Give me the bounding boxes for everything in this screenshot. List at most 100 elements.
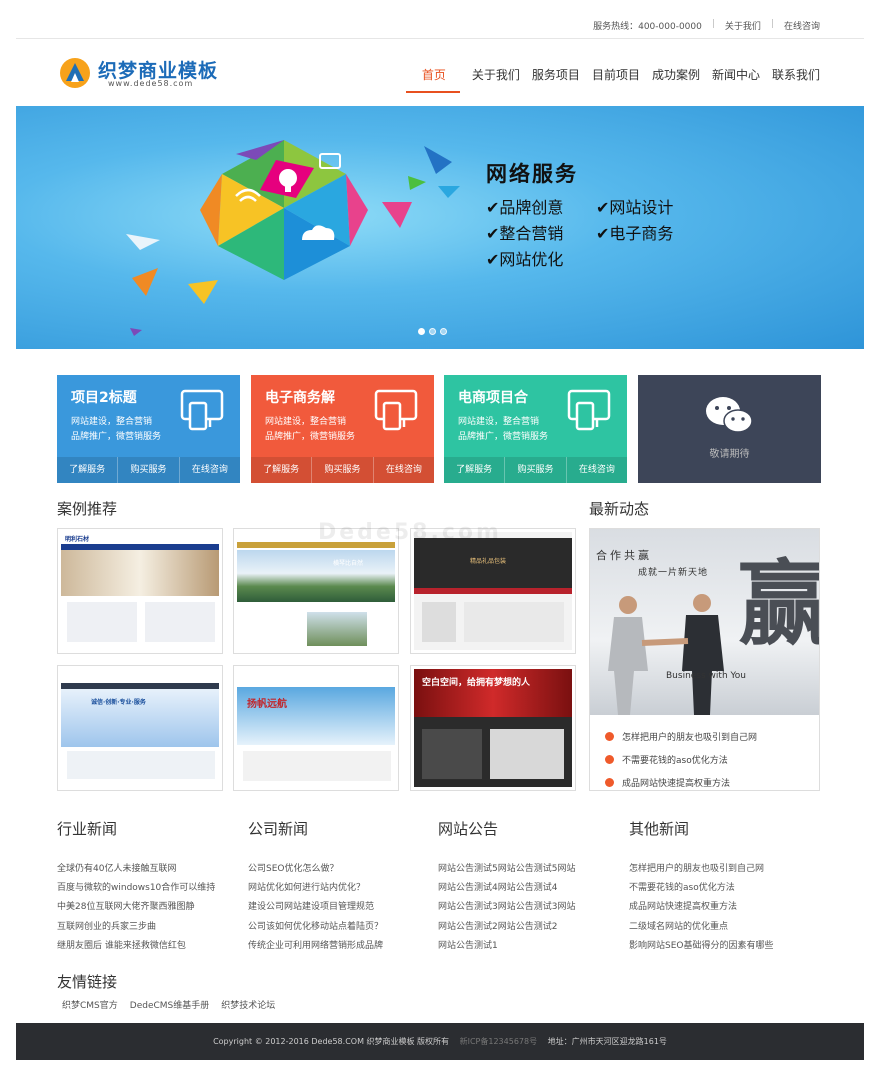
handshake-illustration	[608, 594, 724, 715]
case-item[interactable]: 精品礼品包装	[410, 528, 576, 654]
learn-service-button[interactable]: 了解服务	[251, 457, 313, 483]
top-links: 服务热线：400-000-0000 | 关于我们 | 在线咨询	[593, 19, 820, 32]
top-link-consult[interactable]: 在线咨询	[784, 19, 820, 32]
list-item[interactable]: 不需要花钱的aso优化方法	[605, 748, 757, 771]
hero-banner[interactable]: 网络服务 ✔品牌创意 ✔网站设计 ✔整合营销 ✔电子商务 ✔网站优化	[16, 106, 864, 349]
case-item[interactable]: 诚信·创新·专业·服务	[57, 665, 223, 791]
news-link[interactable]: 继朋友圈后 谁能来拯救微信红包	[57, 937, 215, 956]
notice-list: 网站公告测试5网站公告测试5网站 网站公告测试4网站公告测试4 网站公告测试3网…	[438, 860, 575, 956]
service-card-coming-soon[interactable]: 敬请期待	[638, 375, 821, 483]
consult-button[interactable]: 在线咨询	[374, 457, 434, 483]
nav-item-home[interactable]: 首页	[405, 64, 460, 93]
buy-service-button[interactable]: 购买服务	[118, 457, 180, 483]
service-actions: 了解服务 购买服务 在线咨询	[57, 457, 240, 483]
news-link[interactable]: 二级域名网站的优化重点	[629, 918, 773, 937]
news-link[interactable]: 公司该如何优化移动站点着陆页？	[248, 918, 383, 937]
banner-pagination	[418, 328, 447, 335]
case-item[interactable]: 明利石材	[57, 528, 223, 654]
banner-dot[interactable]	[440, 328, 447, 335]
notice-title: 网站公告	[438, 820, 499, 838]
news-link[interactable]: 怎样把用户的朋友也吸引到自己网	[629, 860, 773, 879]
service-title: 电子商务解	[265, 390, 335, 406]
news-link[interactable]: 建设公司网站建设项目管理规范	[248, 898, 383, 917]
case-label: 诚信·创新·专业·服务	[91, 699, 146, 706]
news-link[interactable]: 互联网创业的兵家三步曲	[57, 918, 215, 937]
list-item[interactable]: 成品网站快速提高权重方法	[605, 771, 757, 794]
bullet-icon	[605, 778, 614, 787]
latest-news-panel: 合作共赢 成就一片新天地 赢 Business with You 怎样把用户的朋…	[589, 528, 820, 791]
friend-link[interactable]: 织梦技术论坛	[221, 998, 275, 1011]
case-thumbnail: 诚信·创新·专业·服务	[61, 669, 219, 787]
case-label: 精品礼品包装	[470, 558, 507, 565]
nav-item-about[interactable]: 关于我们	[472, 64, 520, 93]
news-link[interactable]: 成品网站快速提高权重方法	[629, 898, 773, 917]
news-link[interactable]: 影响网站SEO基础得分的因素有哪些	[629, 937, 773, 956]
service-actions: 了解服务 购买服务 在线咨询	[251, 457, 434, 483]
news-link[interactable]: 网站优化如何进行站内优化？	[248, 879, 383, 898]
service-desc-line: 网站建设，整合营销	[71, 417, 153, 427]
nav-item-contact[interactable]: 联系我们	[772, 64, 820, 93]
service-title: 项目2标题	[71, 390, 137, 406]
news-link[interactable]: 网站公告测试2网站公告测试2	[438, 918, 575, 937]
case-item[interactable]: 扬帆远航	[233, 665, 399, 791]
nav-item-news[interactable]: 新闻中心	[712, 64, 760, 93]
case-label: 横琴比自然	[333, 560, 364, 567]
devices-icon	[567, 389, 611, 431]
news-link[interactable]: 全球仍有40亿人未接触互联网	[57, 860, 215, 879]
news-link[interactable]: 百度与微软的windows10合作可以维持	[57, 879, 215, 898]
nav-item-services[interactable]: 服务项目	[532, 64, 580, 93]
photo-slogan-sub: 成就一片新天地	[638, 568, 709, 578]
news-link[interactable]: 中美28位互联网大佬齐聚西雅图静	[57, 898, 215, 917]
service-desc-line: 网站建设，整合营销	[265, 417, 347, 427]
case-thumbnail: 横琴比自然	[237, 532, 395, 650]
service-actions: 了解服务 购买服务 在线咨询	[444, 457, 627, 483]
latest-title: 最新动态	[589, 500, 650, 518]
case-item[interactable]: 横琴比自然	[233, 528, 399, 654]
learn-service-button[interactable]: 了解服务	[444, 457, 506, 483]
logo[interactable]: 织梦商业模板 www.dede58.com	[60, 56, 230, 92]
top-bar: 服务热线：400-000-0000 | 关于我们 | 在线咨询	[16, 0, 864, 39]
icp-text[interactable]: 新ICP备12345678号	[460, 1037, 538, 1046]
banner-dot[interactable]	[429, 328, 436, 335]
service-title: 电商项目合	[458, 390, 528, 406]
friend-link[interactable]: 织梦CMS官方	[62, 998, 118, 1011]
service-card[interactable]: 电商项目合 网站建设，整合营销 品牌推广，微营销服务 了解服务 购买服务 在线咨…	[444, 375, 627, 483]
footer: Copyright © 2012-2016 Dede58.COM 织梦商业模板 …	[16, 1023, 864, 1060]
banner-feature: ✔网站设计	[596, 198, 674, 217]
service-desc: 网站建设，整合营销 品牌推广，微营销服务	[71, 415, 181, 445]
friend-links-title: 友情链接	[57, 973, 118, 991]
logo-url: www.dede58.com	[108, 79, 194, 88]
banner-dot[interactable]	[418, 328, 425, 335]
banner-feature: ✔整合营销	[486, 224, 564, 243]
buy-service-button[interactable]: 购买服务	[505, 457, 567, 483]
service-desc-line: 网站建设，整合营销	[458, 417, 540, 427]
case-item[interactable]: 空白空间，给拥有梦想的人	[410, 665, 576, 791]
news-link[interactable]: 网站公告测试5网站公告测试5网站	[438, 860, 575, 879]
service-card[interactable]: 项目2标题 网站建设，整合营销 品牌推广，微营销服务 了解服务 购买服务 在线咨…	[57, 375, 240, 483]
list-item[interactable]: 怎样把用户的朋友也吸引到自己网	[605, 725, 757, 748]
buy-service-button[interactable]: 购买服务	[312, 457, 374, 483]
news-link[interactable]: 网站公告测试4网站公告测试4	[438, 879, 575, 898]
company-news-title: 公司新闻	[248, 820, 309, 838]
banner-graphic	[126, 140, 460, 336]
other-news-list: 怎样把用户的朋友也吸引到自己网 不需要花钱的aso优化方法 成品网站快速提高权重…	[629, 860, 773, 956]
nav-item-cases[interactable]: 成功案例	[652, 64, 700, 93]
photo-slogan: 合作共赢	[596, 549, 652, 562]
friend-link[interactable]: DedeCMS维基手册	[130, 998, 209, 1011]
consult-button[interactable]: 在线咨询	[567, 457, 627, 483]
news-link[interactable]: 传统企业可利用网络营销形成品牌	[248, 937, 383, 956]
banner-feature: ✔网站优化	[486, 250, 564, 269]
news-link[interactable]: 公司SEO优化怎么做？	[248, 860, 383, 879]
nav-item-projects[interactable]: 目前项目	[592, 64, 640, 93]
consult-button[interactable]: 在线咨询	[180, 457, 240, 483]
service-card[interactable]: 电子商务解 网站建设，整合营销 品牌推广，微营销服务 了解服务 购买服务 在线咨…	[251, 375, 434, 483]
news-link[interactable]: 网站公告测试3网站公告测试3网站	[438, 898, 575, 917]
latest-news-photo[interactable]: 合作共赢 成就一片新天地 赢 Business with You	[590, 529, 819, 715]
company-news-list: 公司SEO优化怎么做？ 网站优化如何进行站内优化？ 建设公司网站建设项目管理规范…	[248, 860, 383, 956]
news-link[interactable]: 不需要花钱的aso优化方法	[629, 879, 773, 898]
learn-service-button[interactable]: 了解服务	[57, 457, 119, 483]
top-link-about[interactable]: 关于我们	[725, 19, 761, 32]
cases-watermark: Dede58.com	[318, 520, 502, 545]
news-link[interactable]: 网站公告测试1	[438, 937, 575, 956]
service-desc: 网站建设，整合营销 品牌推广，微营销服务	[265, 415, 375, 445]
